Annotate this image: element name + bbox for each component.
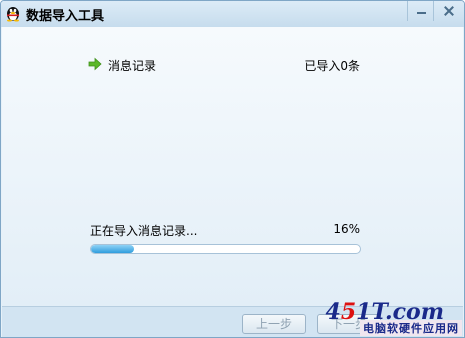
main-panel: 消息记录 已导入0条 正在导入消息记录... 16% (2, 27, 463, 309)
import-item-label: 消息记录 (108, 59, 157, 73)
close-button[interactable] (433, 1, 464, 21)
prev-button[interactable]: 上一步 (242, 314, 306, 334)
site-watermark: 451T.com 电脑软硬件应用网 (326, 299, 464, 337)
import-item-status: 已导入0条 (304, 59, 360, 73)
import-tool-window: 数据导入工具 消息记录 已导入0条 正在导入消息记录... 16% 上一步 下一… (0, 0, 465, 338)
qq-penguin-icon (7, 7, 19, 22)
progress-percent: 16% (333, 222, 360, 236)
window-title: 数据导入工具 (26, 9, 105, 24)
watermark-text: 电脑软硬件应用网 (360, 320, 462, 336)
progress-info: 正在导入消息记录... 16% (90, 222, 360, 240)
progress-text: 正在导入消息记录... (90, 224, 198, 238)
minimize-button[interactable] (407, 1, 434, 21)
green-arrow-icon (88, 57, 102, 71)
progress-bar (90, 244, 361, 254)
progress-bar-fill (91, 245, 135, 253)
title-bar: 数据导入工具 (1, 1, 464, 27)
import-item-row: 消息记录 已导入0条 (88, 56, 360, 74)
